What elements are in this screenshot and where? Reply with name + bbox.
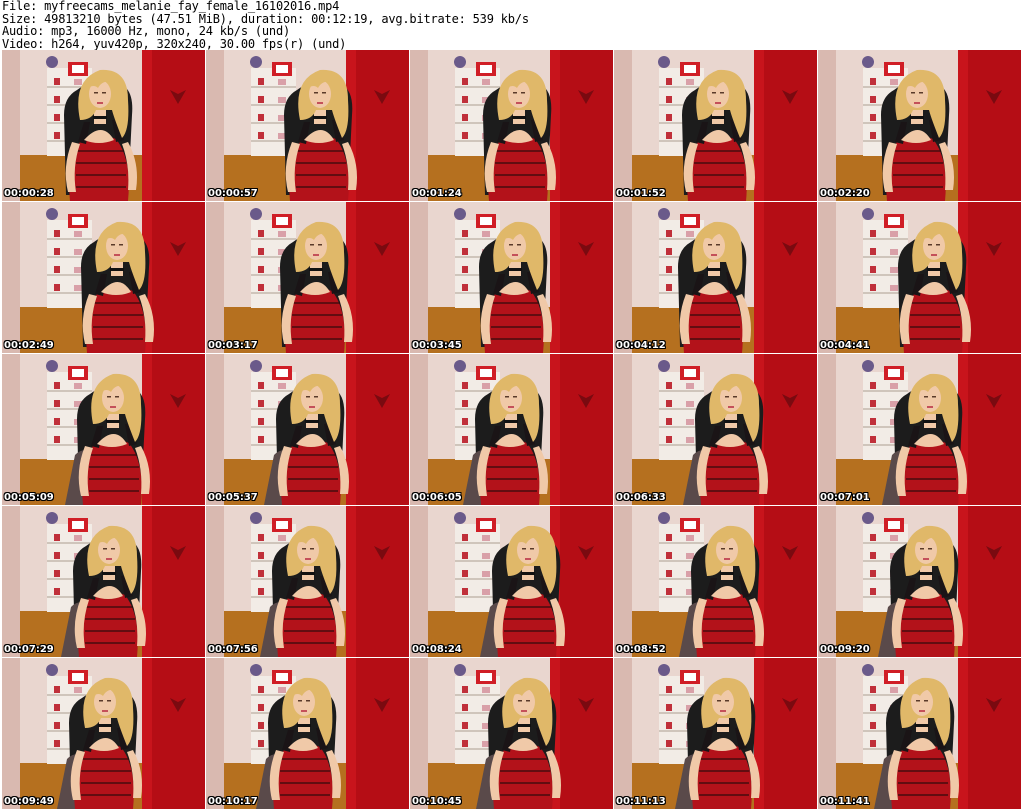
thumbnail-timestamp: 00:09:20 [820, 644, 870, 655]
video-frame-image [410, 506, 613, 657]
thumbnail-timestamp: 00:10:45 [412, 796, 462, 807]
thumbnail-timestamp: 00:00:57 [208, 188, 258, 199]
video-frame-image [206, 658, 409, 809]
video-thumbnail: 00:04:12 [614, 202, 817, 353]
thumbnail-timestamp: 00:09:49 [4, 796, 54, 807]
video-thumbnail: 00:07:29 [2, 506, 205, 657]
video-thumbnail: 00:09:49 [2, 658, 205, 809]
audio-info-line: Audio: mp3, 16000 Hz, mono, 24 kb/s (und… [2, 24, 291, 38]
video-thumbnail: 00:09:20 [818, 506, 1021, 657]
thumbnail-timestamp: 00:05:09 [4, 492, 54, 503]
video-frame-image [410, 658, 613, 809]
video-thumbnail: 00:10:17 [206, 658, 409, 809]
video-thumbnail: 00:01:52 [614, 50, 817, 201]
video-frame-image [614, 658, 817, 809]
thumbnail-timestamp: 00:00:28 [4, 188, 54, 199]
video-frame-image [818, 202, 1021, 353]
thumbnail-timestamp: 00:08:24 [412, 644, 462, 655]
thumbnail-timestamp: 00:07:29 [4, 644, 54, 655]
video-frame-image [206, 50, 409, 201]
video-frame-image [614, 50, 817, 201]
thumbnail-timestamp: 00:02:49 [4, 340, 54, 351]
thumbnail-timestamp: 00:05:37 [208, 492, 258, 503]
thumbnail-timestamp: 00:04:41 [820, 340, 870, 351]
video-frame-image [2, 506, 205, 657]
video-thumbnail: 00:00:57 [206, 50, 409, 201]
video-frame-image [2, 658, 205, 809]
video-thumbnail: 00:02:20 [818, 50, 1021, 201]
video-frame-image [206, 202, 409, 353]
video-thumbnail: 00:08:52 [614, 506, 817, 657]
video-frame-image [818, 354, 1021, 505]
video-thumbnail: 00:06:33 [614, 354, 817, 505]
thumbnail-timestamp: 00:02:20 [820, 188, 870, 199]
video-thumbnail: 00:07:01 [818, 354, 1021, 505]
thumbnail-timestamp: 00:10:17 [208, 796, 258, 807]
thumbnail-grid: 00:00:28 00:00:57 00:01:24 00:01:52 00:02:20… [2, 50, 1022, 810]
video-frame-image [410, 202, 613, 353]
video-thumbnail: 00:03:17 [206, 202, 409, 353]
video-frame-image [818, 50, 1021, 201]
thumbnail-timestamp: 00:08:52 [616, 644, 666, 655]
video-thumbnail: 00:03:45 [410, 202, 613, 353]
video-thumbnail: 00:08:24 [410, 506, 613, 657]
thumbnail-timestamp: 00:07:01 [820, 492, 870, 503]
video-thumbnail: 00:07:56 [206, 506, 409, 657]
video-frame-image [410, 50, 613, 201]
video-frame-image [2, 202, 205, 353]
video-frame-image [818, 506, 1021, 657]
thumbnail-timestamp: 00:06:05 [412, 492, 462, 503]
video-frame-image [206, 354, 409, 505]
video-info-line: Video: h264, yuv420p, 320x240, 30.00 fps… [2, 36, 347, 51]
thumbnail-timestamp: 00:03:17 [208, 340, 258, 351]
video-frame-image [2, 50, 205, 201]
video-thumbnail: 00:00:28 [2, 50, 205, 201]
thumbnail-timestamp: 00:03:45 [412, 340, 462, 351]
video-thumbnail: 00:01:24 [410, 50, 613, 201]
thumbnail-timestamp: 00:06:33 [616, 492, 666, 503]
thumbnail-timestamp: 00:01:24 [412, 188, 462, 199]
video-thumbnail: 00:04:41 [818, 202, 1021, 353]
thumbnail-timestamp: 00:01:52 [616, 188, 666, 199]
video-thumbnail: 00:05:09 [2, 354, 205, 505]
video-frame-image [410, 354, 613, 505]
file-name-line: File: myfreecams_melanie_fay_female_1610… [2, 0, 340, 13]
video-thumbnail: 00:10:45 [410, 658, 613, 809]
video-thumbnail: 00:06:05 [410, 354, 613, 505]
video-thumbnail: 00:11:13 [614, 658, 817, 809]
thumbnail-timestamp: 00:11:41 [820, 796, 870, 807]
video-frame-image [206, 506, 409, 657]
thumbnail-timestamp: 00:07:56 [208, 644, 258, 655]
contact-sheet-header: File: myfreecams_melanie_fay_female_1610… [2, 0, 1022, 50]
video-frame-image [2, 354, 205, 505]
video-frame-image [614, 202, 817, 353]
video-frame-image [614, 354, 817, 505]
thumbnail-timestamp: 00:04:12 [616, 340, 666, 351]
video-thumbnail: 00:05:37 [206, 354, 409, 505]
video-thumbnail: 00:11:41 [818, 658, 1021, 809]
video-thumbnail: 00:02:49 [2, 202, 205, 353]
video-frame-image [818, 658, 1021, 809]
video-frame-image [614, 506, 817, 657]
thumbnail-timestamp: 00:11:13 [616, 796, 666, 807]
